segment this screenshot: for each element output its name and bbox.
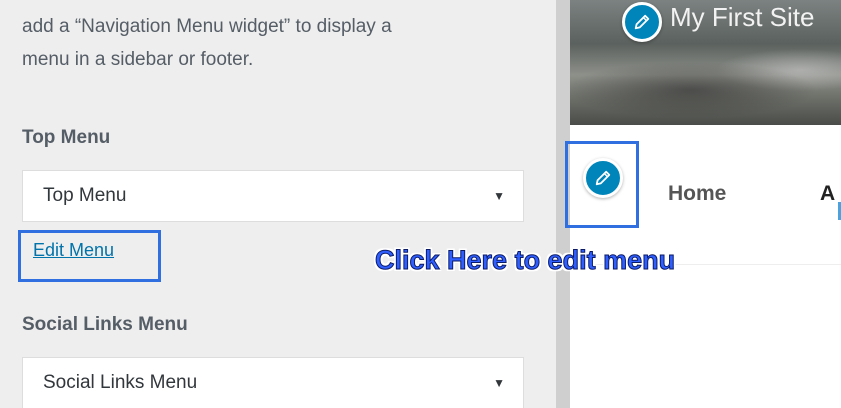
pencil-icon[interactable] — [622, 2, 662, 42]
description-line-2: menu in a sidebar or footer. — [22, 49, 254, 70]
callout-text: Click Here to edit menu — [374, 245, 676, 276]
customizer-panel: add a “Navigation Menu widget” to displa… — [0, 0, 556, 408]
social-links-menu-select-value: Social Links Menu — [43, 372, 198, 393]
nav-item-home[interactable]: Home — [668, 182, 726, 206]
top-menu-select[interactable]: Top Menu ▼ — [22, 170, 524, 222]
site-title[interactable]: My First Site — [670, 2, 814, 33]
top-menu-select-value: Top Menu — [43, 185, 127, 206]
social-links-menu-select[interactable]: Social Links Menu ▼ — [22, 357, 524, 408]
menu-locations-description: add a “Navigation Menu widget” to displa… — [22, 10, 542, 76]
edit-menu-highlight-box — [18, 230, 161, 282]
caret-down-icon: ▼ — [493, 189, 505, 203]
caret-down-icon: ▼ — [493, 376, 505, 390]
social-links-menu-label: Social Links Menu — [22, 314, 188, 335]
top-menu-label: Top Menu — [22, 127, 111, 148]
nav-edit-highlight-box — [565, 141, 639, 228]
pencil-glyph — [634, 14, 650, 30]
description-line-1: add a “Navigation Menu widget” to displa… — [22, 16, 392, 37]
nav-item-a[interactable]: A — [820, 182, 835, 206]
